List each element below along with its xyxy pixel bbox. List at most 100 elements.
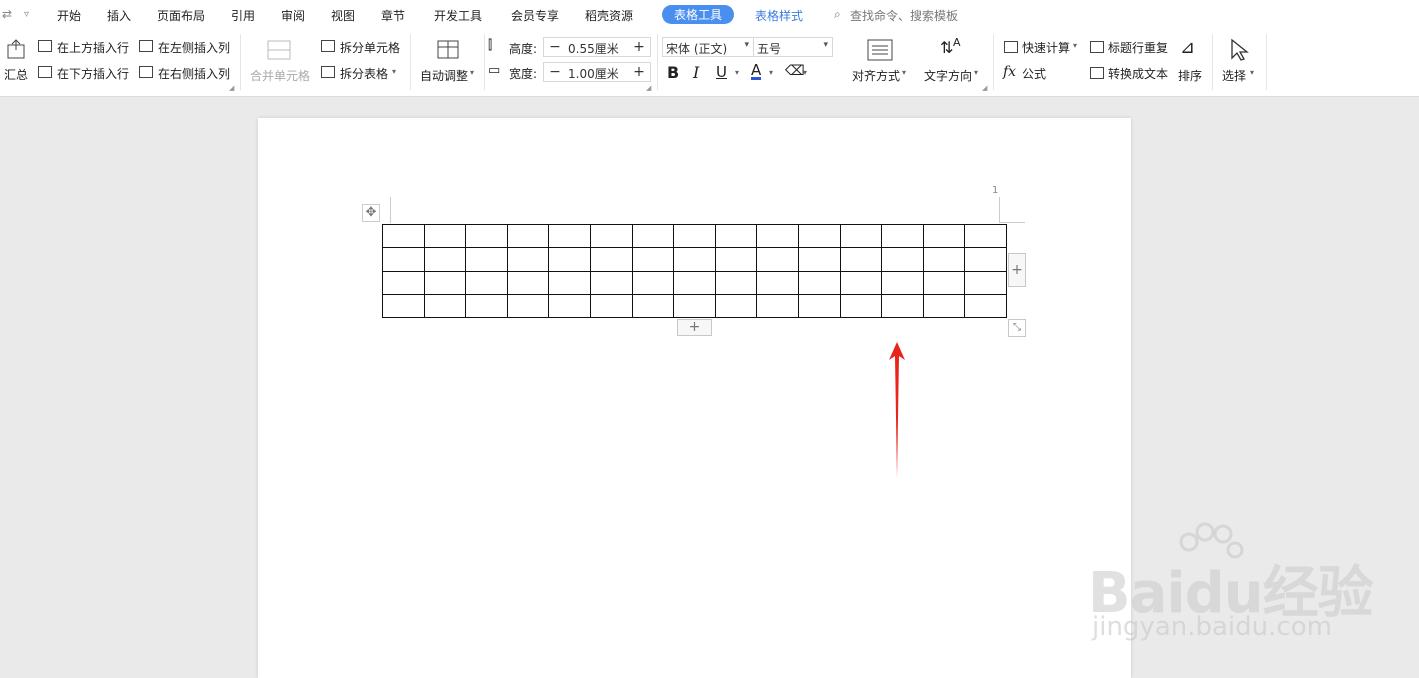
- table-cell[interactable]: [631, 293, 675, 319]
- tab-view[interactable]: 视图: [331, 7, 355, 24]
- search-command[interactable]: 查找命令、搜索模板: [850, 7, 958, 24]
- tab-table-style[interactable]: 表格样式: [755, 7, 803, 24]
- plus-icon[interactable]: +: [628, 63, 650, 81]
- tab-chapter[interactable]: 章节: [381, 7, 405, 24]
- table-cell[interactable]: [714, 223, 758, 249]
- font-size-select[interactable]: 五号 ▾: [753, 37, 833, 57]
- tab-developer[interactable]: 开发工具: [434, 7, 482, 24]
- table-cell[interactable]: [756, 223, 799, 249]
- height-stepper[interactable]: − 0.55厘米 +: [543, 37, 651, 57]
- table-cell[interactable]: [964, 223, 1007, 249]
- chevron-down-icon[interactable]: ▾: [1073, 41, 1077, 50]
- quick-calc-button[interactable]: 快速计算: [1022, 39, 1070, 56]
- table-cell[interactable]: [922, 247, 966, 272]
- table-cell[interactable]: [881, 270, 924, 295]
- table-cell[interactable]: [673, 223, 716, 249]
- table-cell[interactable]: [964, 293, 1007, 319]
- chevron-down-icon[interactable]: ▾: [803, 68, 807, 77]
- formula-button[interactable]: 公式: [1022, 65, 1046, 82]
- table-cell[interactable]: [797, 223, 841, 249]
- auto-adjust-button[interactable]: 自动调整: [420, 67, 468, 84]
- tab-docer[interactable]: 稻壳资源: [585, 7, 633, 24]
- table-cell[interactable]: [589, 270, 633, 295]
- chevron-down-icon[interactable]: ▾: [392, 67, 396, 76]
- table-cell[interactable]: [589, 223, 633, 249]
- merge-cells-button[interactable]: 合并单元格: [250, 67, 310, 84]
- tab-page-layout[interactable]: 页面布局: [157, 7, 205, 24]
- group-expand-icon[interactable]: ◢: [982, 84, 987, 92]
- tab-insert[interactable]: 插入: [107, 7, 131, 24]
- search-icon[interactable]: ⌕: [834, 7, 841, 22]
- sort-button[interactable]: 排序: [1178, 67, 1202, 84]
- table-cell[interactable]: [839, 293, 883, 319]
- summary-button[interactable]: 汇总: [4, 66, 28, 83]
- align-button[interactable]: 对齐方式: [852, 67, 900, 84]
- table-cell[interactable]: [589, 247, 633, 272]
- table-cell[interactable]: [423, 223, 467, 249]
- tab-references[interactable]: 引用: [231, 7, 255, 24]
- table-cell[interactable]: [922, 270, 966, 295]
- table-cell[interactable]: [506, 247, 550, 272]
- table-cell[interactable]: [631, 247, 675, 272]
- convert-text-button[interactable]: 转换成文本: [1108, 65, 1168, 82]
- table-cell[interactable]: [631, 270, 675, 295]
- split-table-button[interactable]: 拆分表格: [340, 65, 388, 82]
- minus-icon[interactable]: −: [544, 63, 566, 81]
- width-value[interactable]: 1.00厘米: [568, 65, 619, 82]
- table-cell[interactable]: [548, 247, 591, 272]
- insert-row-below-button[interactable]: 在下方插入行: [57, 65, 129, 82]
- table-cell[interactable]: [673, 293, 716, 319]
- table-move-handle-icon[interactable]: ✥: [362, 204, 380, 222]
- table-cell[interactable]: [881, 247, 924, 272]
- table-cell[interactable]: [382, 270, 425, 295]
- table-cell[interactable]: [714, 270, 758, 295]
- table-cell[interactable]: [382, 293, 425, 319]
- table-cell[interactable]: [548, 223, 591, 249]
- highlight-icon[interactable]: ⌫: [785, 63, 805, 79]
- table-cell[interactable]: [839, 270, 883, 295]
- table-cell[interactable]: [423, 293, 467, 319]
- document-page[interactable]: [258, 118, 1131, 678]
- table-cell[interactable]: [382, 223, 425, 249]
- text-direction-button[interactable]: 文字方向: [924, 67, 972, 84]
- width-stepper[interactable]: − 1.00厘米 +: [543, 62, 651, 82]
- select-button[interactable]: 选择: [1222, 67, 1246, 84]
- table-cell[interactable]: [506, 223, 550, 249]
- chevron-down-icon[interactable]: ▾: [769, 68, 773, 77]
- header-repeat-button[interactable]: 标题行重复: [1108, 39, 1168, 56]
- plus-icon[interactable]: +: [628, 38, 650, 56]
- table-cell[interactable]: [714, 247, 758, 272]
- tab-member[interactable]: 会员专享: [511, 7, 559, 24]
- table-cell[interactable]: [756, 270, 799, 295]
- chevron-down-icon[interactable]: ▾: [735, 68, 739, 77]
- chevron-down-icon[interactable]: ▾: [902, 68, 906, 77]
- add-row-button[interactable]: +: [677, 319, 712, 336]
- font-name-select[interactable]: 宋体 (正文) ▾: [662, 37, 754, 57]
- height-value[interactable]: 0.55厘米: [568, 40, 619, 57]
- table-cell[interactable]: [797, 270, 841, 295]
- group-expand-icon[interactable]: ◢: [646, 84, 651, 92]
- table-cell[interactable]: [673, 247, 716, 272]
- table-cell[interactable]: [548, 270, 591, 295]
- resize-table-icon[interactable]: ⤡: [1008, 319, 1026, 337]
- group-expand-icon[interactable]: ◢: [229, 84, 234, 92]
- table-cell[interactable]: [506, 270, 550, 295]
- table-cell[interactable]: [839, 223, 883, 249]
- table-cell[interactable]: [797, 247, 841, 272]
- table-cell[interactable]: [465, 223, 508, 249]
- table-cell[interactable]: [465, 247, 508, 272]
- table-cell[interactable]: [881, 223, 924, 249]
- table-cell[interactable]: [922, 223, 966, 249]
- table-cell[interactable]: [423, 270, 467, 295]
- table-cell[interactable]: [506, 293, 550, 319]
- table-cell[interactable]: [714, 293, 758, 319]
- table-cell[interactable]: [631, 223, 675, 249]
- insert-column-left-button[interactable]: 在左侧插入列: [158, 39, 230, 56]
- redo-icon[interactable]: ⇄: [2, 7, 12, 21]
- table-cell[interactable]: [589, 293, 633, 319]
- table-cell[interactable]: [922, 293, 966, 319]
- quick-access-dropdown-icon[interactable]: ▿: [24, 9, 29, 20]
- document-table[interactable]: [382, 223, 1007, 319]
- table-cell[interactable]: [964, 247, 1007, 272]
- chevron-down-icon[interactable]: ▾: [974, 68, 978, 77]
